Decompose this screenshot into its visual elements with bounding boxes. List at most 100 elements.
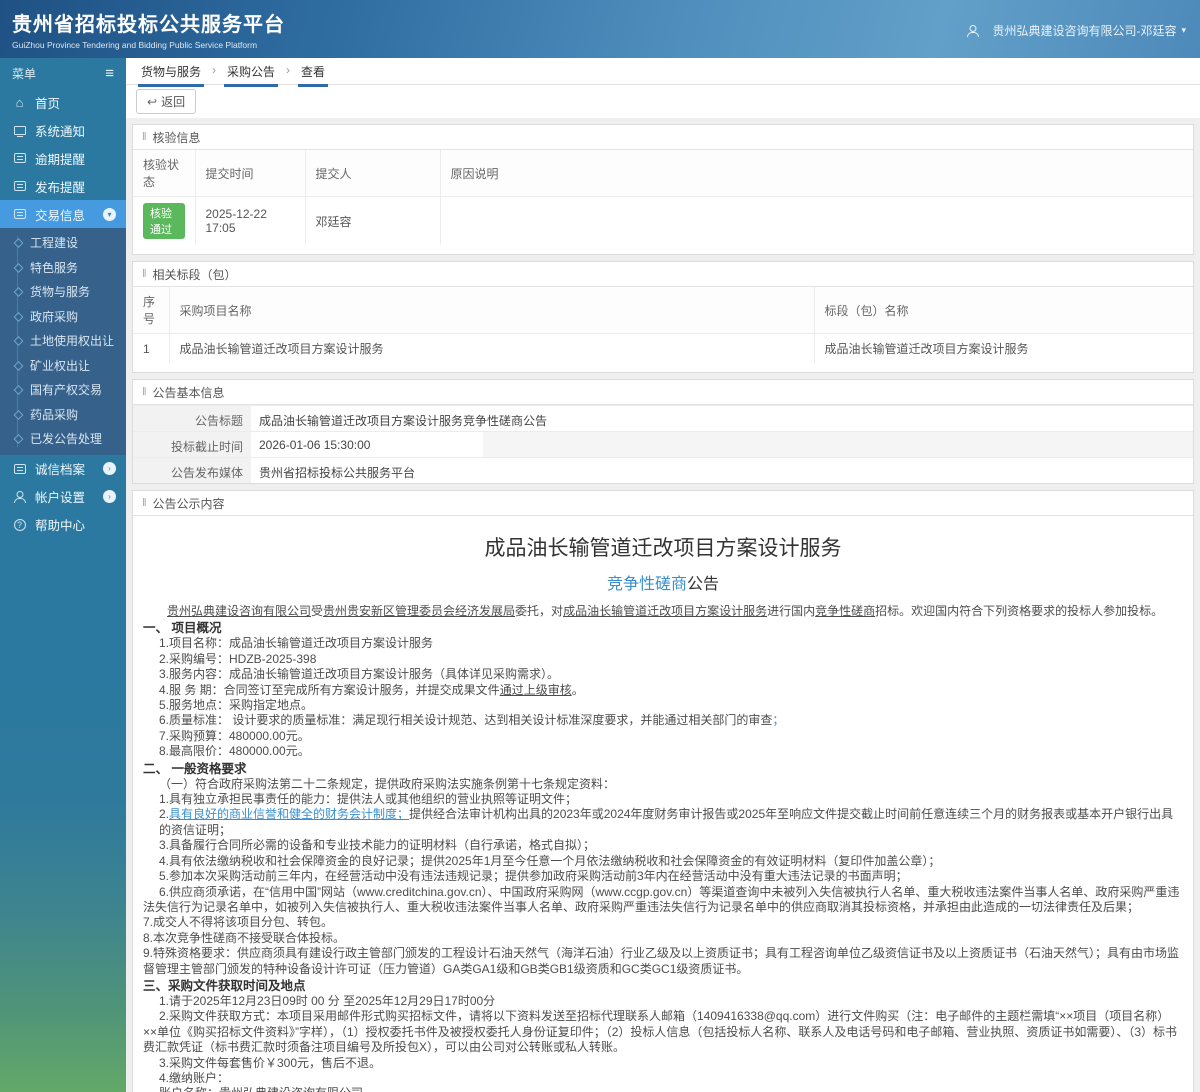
table-header-row: 序号 采购项目名称 标段（包）名称 xyxy=(133,287,1193,334)
sidebar-subitem-state-property[interactable]: 国有产权交易 xyxy=(0,378,126,403)
doc-line: 3.具备履行合同所必需的设备和专业技术能力的证明材料（自行承诺，格式自拟）； xyxy=(143,838,1183,853)
sidebar-subitem-drug-procurement[interactable]: 药品采购 xyxy=(0,403,126,428)
info-filler xyxy=(483,432,1193,457)
section-title: 核验信息 xyxy=(153,129,201,146)
column-header: 原因说明 xyxy=(440,150,1193,197)
package-table-wrap: 序号 采购项目名称 标段（包）名称 1 成品油长输管道迁改项目方案设计服务 成品… xyxy=(133,287,1193,372)
doc-line: 1.具有独立承担民事责任的能力：提供法人或其他组织的营业执照等证明文件； xyxy=(143,792,1183,807)
doc-line: 6.质量标准： 设计要求的质量标准：满足现行相关设计规范、达到相关设计标准深度要… xyxy=(143,713,1183,728)
main-content: 货物与服务 › 采购公告 › 查看 ↩ 返回 ‖ 核验信息 核验状态 提交时 xyxy=(126,58,1200,1092)
announcement-document: 成品油长输管道迁改项目方案设计服务 竞争性磋商公告 贵州弘典建设咨询有限公司受贵… xyxy=(133,516,1193,1092)
sidebar-subitem-gov-procurement[interactable]: 政府采购 xyxy=(0,305,126,330)
sidebar-item-trade-info[interactable]: 交易信息 ▾ xyxy=(0,200,126,228)
doc-intro-text: 受 xyxy=(311,604,323,618)
verify-table-wrap: 核验状态 提交时间 提交人 原因说明 核验通过 2025-12-22 17:05… xyxy=(133,150,1193,254)
brand: 贵州省招标投标公共服务平台 GuiZhou Province Tendering… xyxy=(12,8,285,50)
doc-section-heading: 一、 项目概况 xyxy=(143,620,1183,636)
doc-subtitle-link[interactable]: 竞争性磋商 xyxy=(607,576,687,593)
back-label: 返回 xyxy=(161,93,185,110)
doc-line-blue: ； xyxy=(772,713,784,727)
doc-paragraph: 2.采购文件获取方式：本项目采用邮件形式购买招标文件，请将以下资料发送至招标代理… xyxy=(143,1009,1183,1055)
doc-line-blue-underlined: 具有良好的商业信誉和健全的财务会计制度； xyxy=(169,807,409,821)
sidebar-subitem-project-construction[interactable]: 工程建设 xyxy=(0,231,126,256)
doc-line: 4.缴纳账户： xyxy=(143,1071,1183,1086)
sidebar-subitem-published-notices[interactable]: 已发公告处理 xyxy=(0,427,126,452)
doc-line-text: 。 xyxy=(572,683,584,697)
section-header: ‖ 公告基本信息 xyxy=(133,380,1193,405)
back-button[interactable]: ↩ 返回 xyxy=(136,89,196,114)
doc-intro-underlined: 竞争性磋商 xyxy=(815,604,875,618)
home-icon: ⌂ xyxy=(12,95,27,110)
section-marker-icon: ‖ xyxy=(142,268,147,280)
doc-intro-underlined: 贵州弘典建设咨询有限公司 xyxy=(167,604,311,618)
breadcrumb-separator: › xyxy=(212,63,216,77)
doc-line: 1.请于2025年12月23日09时 00 分 至2025年12月29日17时0… xyxy=(143,994,1183,1009)
sidebar-menu-header: 菜单 ≡ xyxy=(0,58,126,88)
toolbar: ↩ 返回 xyxy=(126,85,1200,118)
chevron-right-icon: › xyxy=(103,490,116,503)
platform-title: 贵州省招标投标公共服务平台 xyxy=(12,8,285,37)
sidebar-item-label: 交易信息 xyxy=(35,205,85,224)
info-value: 2026-01-06 15:30:00 xyxy=(251,432,483,457)
doc-line: 5.服务地点：采购指定地点。 xyxy=(143,698,1183,713)
column-header: 提交时间 xyxy=(195,150,305,197)
section-marker-icon: ‖ xyxy=(142,131,147,143)
folder-icon xyxy=(12,181,27,191)
sidebar-subitem-mining-rights[interactable]: 矿业权出让 xyxy=(0,354,126,379)
doc-line: 2.采购编号：HDZB-2025-398 xyxy=(143,652,1183,667)
doc-section-heading: 三、采购文件获取时间及地点 xyxy=(143,978,1183,994)
doc-line-text: 2. xyxy=(159,807,169,821)
trade-submenu: 工程建设 特色服务 货物与服务 政府采购 土地使用权出让 矿业权出让 国有产权交… xyxy=(0,228,126,455)
chevron-right-icon: › xyxy=(103,462,116,475)
doc-line: 4.服 务 期：合同签订至完成所有方案设计服务，并提交成果文件通过上级审核。 xyxy=(143,683,1183,698)
info-row: 投标截止时间 2026-01-06 15:30:00 xyxy=(133,431,1193,457)
back-icon: ↩ xyxy=(147,95,157,109)
doc-line: 2.具有良好的商业信誉和健全的财务会计制度；提供经合法审计机构出具的2023年或… xyxy=(143,807,1183,838)
user-icon xyxy=(967,25,979,37)
column-header: 标段（包）名称 xyxy=(814,287,1193,334)
sidebar-item-credit-archive[interactable]: 诚信档案 › xyxy=(0,455,126,483)
caret-down-icon: ▾ xyxy=(1181,25,1186,36)
section-title: 相关标段（包） xyxy=(153,266,237,283)
doc-line-underlined: 通过上级审核 xyxy=(500,683,572,697)
folder-icon xyxy=(12,209,27,219)
breadcrumb-item-procurement-notice[interactable]: 采购公告 xyxy=(224,63,278,87)
section-marker-icon: ‖ xyxy=(142,497,147,509)
sidebar-item-home[interactable]: ⌂ 首页 xyxy=(0,88,126,116)
doc-intro: 贵州弘典建设咨询有限公司受贵州贵安新区管理委员会经济发展局委托，对成品油长输管道… xyxy=(143,604,1183,619)
doc-line: 3.服务内容：成品油长输管道迁改项目方案设计服务（具体详见采购需求）。 xyxy=(143,667,1183,682)
info-value: 贵州省招标投标公共服务平台 xyxy=(251,458,1193,483)
sidebar-item-overdue-reminder[interactable]: 逾期提醒 xyxy=(0,144,126,172)
doc-section-heading: 二、 一般资格要求 xyxy=(143,761,1183,777)
verify-table: 核验状态 提交时间 提交人 原因说明 核验通过 2025-12-22 17:05… xyxy=(133,150,1193,245)
doc-line: 3.采购文件每套售价￥300元，售后不退。 xyxy=(143,1056,1183,1071)
user-menu[interactable]: 贵州弘典建设咨询有限公司-邓廷容 ▾ xyxy=(967,22,1186,39)
breadcrumb-item-goods-services[interactable]: 货物与服务 xyxy=(138,63,204,87)
status-cell: 核验通过 xyxy=(133,197,195,246)
sidebar-item-publish-reminder[interactable]: 发布提醒 xyxy=(0,172,126,200)
sidebar: 菜单 ≡ ⌂ 首页 系统通知 逾期提醒 发布提醒 交易信息 ▾ 工程建设 特色服… xyxy=(0,58,126,1092)
doc-title: 成品油长输管道迁改项目方案设计服务 xyxy=(143,532,1183,562)
sidebar-subitem-land-use-rights[interactable]: 土地使用权出让 xyxy=(0,329,126,354)
doc-intro-underlined: 成品油长输管道迁改项目方案设计服务 xyxy=(563,604,767,618)
sidebar-item-label: 诚信档案 xyxy=(35,459,85,478)
package-table: 序号 采购项目名称 标段（包）名称 1 成品油长输管道迁改项目方案设计服务 成品… xyxy=(133,287,1193,363)
time-cell: 2025-12-22 17:05 xyxy=(195,197,305,246)
sidebar-item-label: 发布提醒 xyxy=(35,177,85,196)
package-name-cell: 成品油长输管道迁改项目方案设计服务 xyxy=(814,334,1193,364)
person-icon xyxy=(12,491,27,503)
doc-line: 4.具有依法缴纳税收和社会保障资金的良好记录；提供2025年1月至今任意一个月依… xyxy=(143,854,1183,869)
sidebar-item-system-notice[interactable]: 系统通知 xyxy=(0,116,126,144)
sidebar-subitem-goods-services[interactable]: 货物与服务 xyxy=(0,280,126,305)
sidebar-item-label: 首页 xyxy=(35,93,60,112)
list-icon xyxy=(12,464,27,474)
sidebar-subitem-special-services[interactable]: 特色服务 xyxy=(0,256,126,281)
doc-paragraph: 9.特殊资格要求：供应商须具有建设行政主管部门颁发的工程设计石油天然气（海洋石油… xyxy=(143,946,1183,977)
hamburger-icon[interactable]: ≡ xyxy=(105,65,114,82)
doc-subtitle-rest: 公告 xyxy=(687,576,719,593)
sidebar-item-help-center[interactable]: ? 帮助中心 xyxy=(0,511,126,539)
breadcrumb-item-view[interactable]: 查看 xyxy=(298,63,328,87)
column-header: 序号 xyxy=(133,287,169,334)
doc-intro-underlined: 贵州贵安新区管理委员会经济发展局 xyxy=(323,604,515,618)
sidebar-item-account-settings[interactable]: 帐户设置 › xyxy=(0,483,126,511)
